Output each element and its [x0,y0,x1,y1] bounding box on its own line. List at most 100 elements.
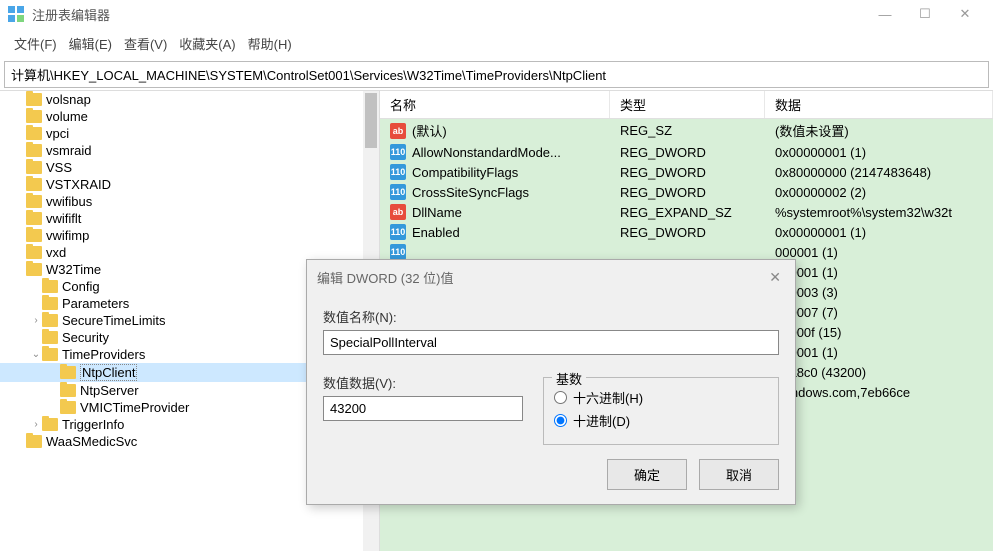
radio-dec[interactable]: 十进制(D) [554,411,768,430]
folder-icon [26,435,42,448]
tree-item-label: VSS [46,160,72,175]
address-bar[interactable]: 计算机\HKEY_LOCAL_MACHINE\SYSTEM\ControlSet… [4,61,989,88]
minimize-button[interactable]: ― [865,0,905,28]
value-name: CompatibilityFlags [412,165,518,180]
tree-item-label: VMICTimeProvider [80,400,189,415]
cell-type: REG_DWORD [610,183,765,202]
tree-item[interactable]: vwififlt [0,210,379,227]
menu-view[interactable]: 查看(V) [118,32,173,55]
radio-hex-input[interactable] [554,391,567,404]
list-row[interactable]: 110EnabledREG_DWORD0x00000001 (1) [380,222,993,242]
menu-edit[interactable]: 编辑(E) [63,32,118,55]
col-header-data[interactable]: 数据 [765,91,993,118]
tree-item[interactable]: vwifimp [0,227,379,244]
cancel-button[interactable]: 取消 [699,459,779,490]
folder-icon [42,297,58,310]
folder-icon [26,161,42,174]
value-name-label: 数值名称(N): [323,307,779,326]
tree-item[interactable]: VSS [0,159,379,176]
tree-item-label: TimeProviders [62,347,145,362]
chevron-icon[interactable]: › [30,419,42,430]
tree-item-label: WaaSMedicSvc [46,434,137,449]
string-value-icon: ab [390,123,406,139]
chevron-icon[interactable]: › [30,315,42,326]
close-button[interactable]: ✕ [945,0,985,28]
maximize-button[interactable]: ☐ [905,0,945,28]
list-row[interactable]: 110AllowNonstandardMode...REG_DWORD0x000… [380,142,993,162]
list-row[interactable]: abDllNameREG_EXPAND_SZ%systemroot%\syste… [380,202,993,222]
chevron-icon[interactable]: ⌄ [30,349,42,360]
cell-data: 0x00000001 (1) [765,223,993,242]
folder-icon [26,195,42,208]
menu-bar: 文件(F) 编辑(E) 查看(V) 收藏夹(A) 帮助(H) [0,28,993,61]
dword-value-icon: 110 [390,184,406,200]
value-name-input[interactable] [323,330,779,355]
tree-scrollbar-thumb[interactable] [365,93,377,148]
dialog-close-icon[interactable]: ✕ [765,269,785,286]
tree-item[interactable]: volsnap [0,91,379,108]
list-row[interactable]: ab(默认)REG_SZ(数值未设置) [380,119,993,142]
cell-data: 000001 (1) [765,243,993,262]
cell-data: .windows.com,7eb66ce [765,383,993,402]
ok-button[interactable]: 确定 [607,459,687,490]
cell-data: 000007 (7) [765,303,993,322]
tree-item-label: Security [62,330,109,345]
value-name: AllowNonstandardMode... [412,145,561,160]
value-data-input[interactable] [323,396,523,421]
tree-item-label: vxd [46,245,66,260]
folder-icon [42,348,58,361]
folder-icon [60,384,76,397]
value-name: (默认) [412,121,447,140]
dialog-buttons: 确定 取消 [323,459,779,490]
cell-type: REG_DWORD [610,223,765,242]
folder-icon [26,93,42,106]
col-header-type[interactable]: 类型 [610,91,765,118]
radio-dec-label: 十进制(D) [573,411,630,430]
cell-data: 000001 (1) [765,343,993,362]
menu-favorites[interactable]: 收藏夹(A) [173,32,241,55]
tree-item[interactable]: vpci [0,125,379,142]
list-row[interactable]: 110CrossSiteSyncFlagsREG_DWORD0x00000002… [380,182,993,202]
tree-item-label: NtpClient [80,364,137,381]
value-name: CrossSiteSyncFlags [412,185,529,200]
tree-item[interactable]: volume [0,108,379,125]
col-header-name[interactable]: 名称 [380,91,610,118]
dialog-title: 编辑 DWORD (32 位)值 [317,268,765,287]
value-name: DllName [412,205,462,220]
folder-icon [26,263,42,276]
edit-dword-dialog: 编辑 DWORD (32 位)值 ✕ 数值名称(N): 数值数据(V): 基数 … [306,259,796,505]
tree-item-label: SecureTimeLimits [62,313,166,328]
folder-icon [26,127,42,140]
tree-item-label: volume [46,109,88,124]
list-row[interactable]: 110CompatibilityFlagsREG_DWORD0x80000000… [380,162,993,182]
cell-data: 00a8c0 (43200) [765,363,993,382]
menu-file[interactable]: 文件(F) [8,32,63,55]
tree-item[interactable]: vsmraid [0,142,379,159]
folder-icon [26,246,42,259]
radio-hex[interactable]: 十六进制(H) [554,388,768,407]
dialog-title-bar[interactable]: 编辑 DWORD (32 位)值 ✕ [307,260,795,295]
dword-value-icon: 110 [390,144,406,160]
dialog-body: 数值名称(N): 数值数据(V): 基数 十六进制(H) 十进制(D) [307,295,795,504]
tree-item[interactable]: VSTXRAID [0,176,379,193]
tree-item-label: vwififlt [46,211,81,226]
dword-value-icon: 110 [390,244,406,260]
list-header: 名称 类型 数据 [380,91,993,119]
folder-icon [42,280,58,293]
tree-item-label: vpci [46,126,69,141]
cell-data: (数值未设置) [765,119,993,142]
cell-data: 0x00000001 (1) [765,143,993,162]
menu-help[interactable]: 帮助(H) [242,32,298,55]
tree-item-label: Config [62,279,100,294]
cell-data: 000001 (1) [765,263,993,282]
string-value-icon: ab [390,204,406,220]
cell-data: 00000f (15) [765,323,993,342]
window-title: 注册表编辑器 [32,5,865,24]
folder-icon [42,314,58,327]
base-label: 基数 [552,369,586,388]
tree-item[interactable]: vwifibus [0,193,379,210]
radio-dec-input[interactable] [554,414,567,427]
folder-icon [60,401,76,414]
folder-icon [42,418,58,431]
tree-item-label: vsmraid [46,143,92,158]
